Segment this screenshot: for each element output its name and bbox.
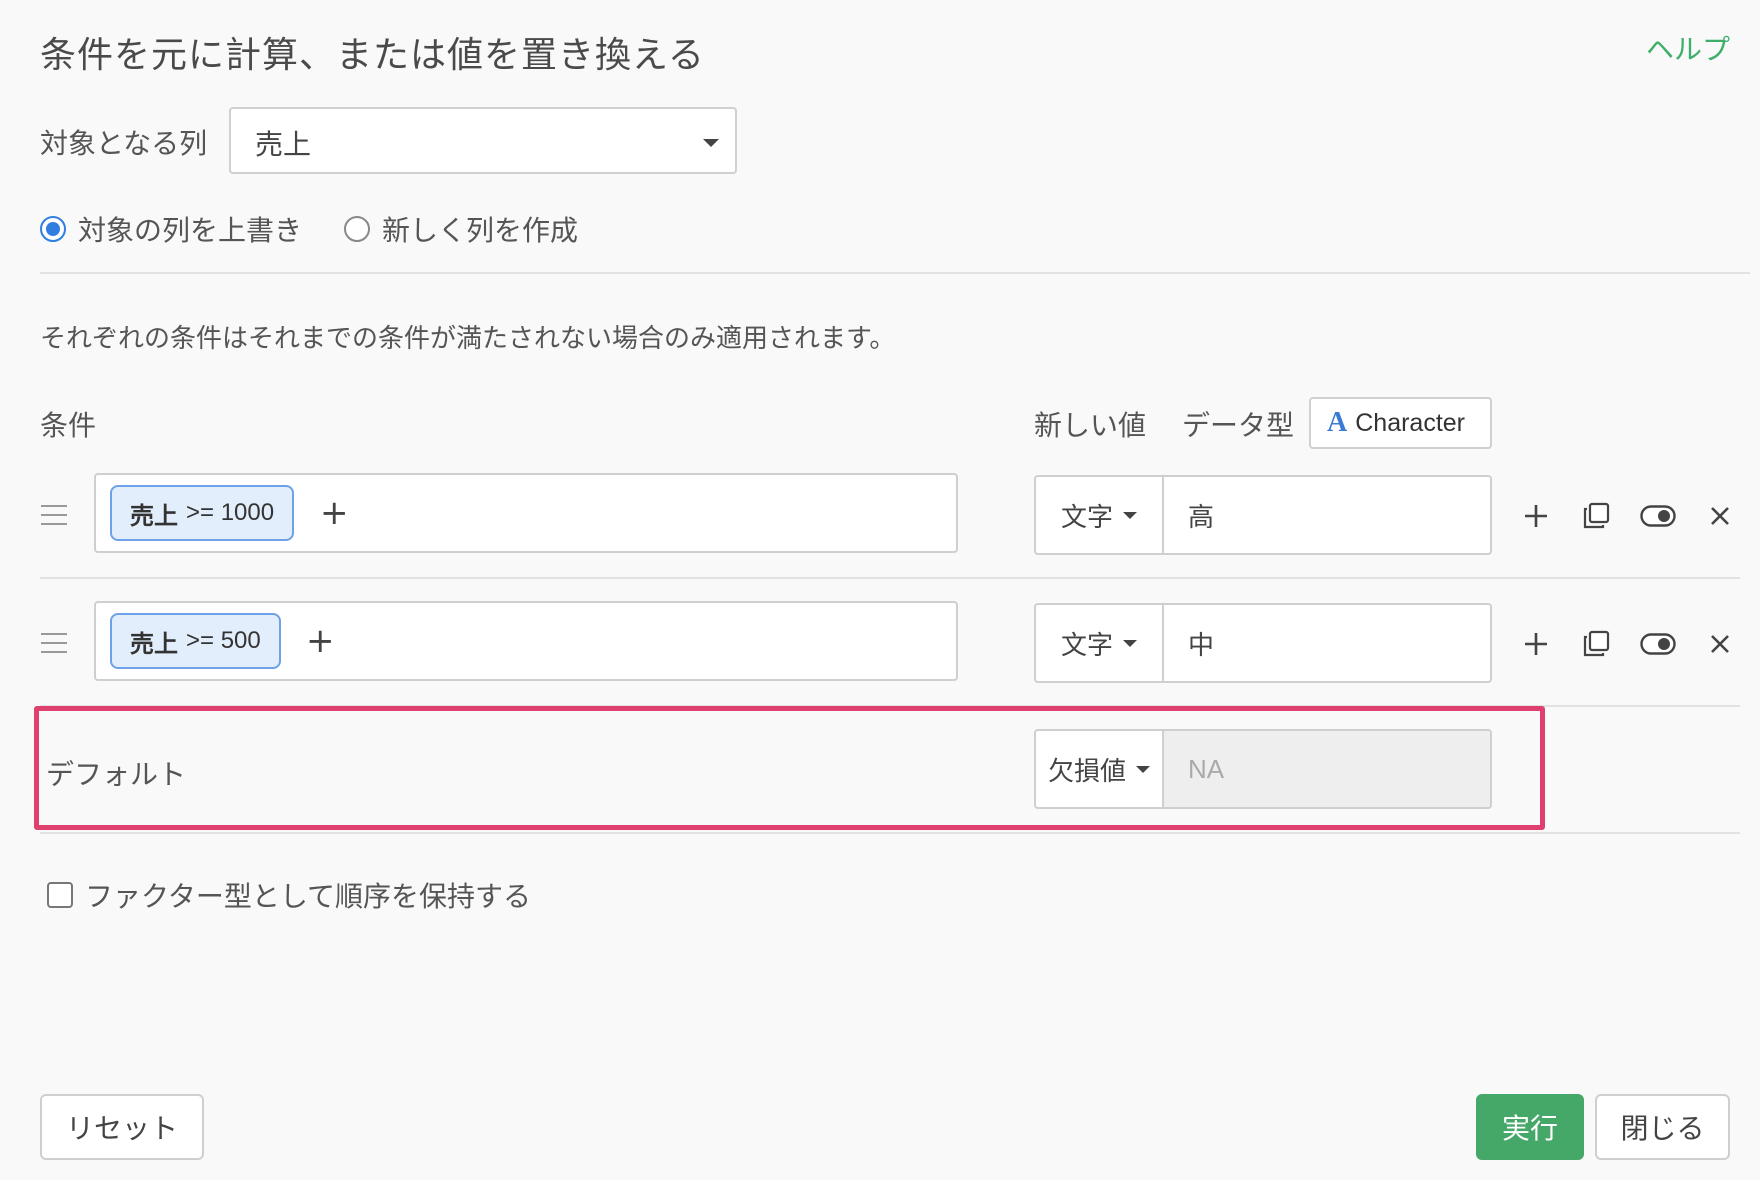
factor-checkbox[interactable]	[47, 882, 73, 908]
condition-chip[interactable]: 売上 >= 500	[110, 613, 281, 669]
value-type-select[interactable]: 文字	[1036, 605, 1164, 681]
divider	[40, 272, 1750, 274]
chevron-down-icon	[703, 139, 719, 147]
value-type-select[interactable]: 文字	[1036, 477, 1164, 553]
toggle-visibility-icon[interactable]	[1639, 627, 1677, 661]
toggle-visibility-icon[interactable]	[1639, 499, 1677, 533]
add-row-icon[interactable]	[1519, 499, 1553, 533]
radio-create-new-indicator[interactable]	[344, 216, 370, 242]
duplicate-icon[interactable]	[1579, 499, 1613, 533]
divider	[40, 577, 1740, 579]
value-group: 文字 高	[1034, 475, 1492, 555]
reset-button[interactable]: リセット	[40, 1094, 204, 1160]
radio-overwrite-indicator[interactable]	[40, 216, 66, 242]
data-type-value: Character	[1355, 408, 1465, 437]
divider	[40, 832, 1740, 834]
delete-row-icon[interactable]	[1703, 627, 1737, 661]
character-type-icon: A	[1327, 407, 1348, 438]
chevron-down-icon	[1123, 639, 1137, 647]
help-link[interactable]: ヘルプ	[1646, 28, 1730, 68]
drag-handle-icon[interactable]	[41, 505, 67, 525]
condition-box[interactable]: 売上 >= 1000 +	[94, 473, 958, 553]
add-condition-icon[interactable]: +	[306, 624, 335, 658]
close-button[interactable]: 閉じる	[1595, 1094, 1730, 1160]
new-value-header: 新しい値	[1034, 409, 1147, 442]
delete-row-icon[interactable]	[1703, 499, 1737, 533]
dialog-title: 条件を元に計算、または値を置き換える	[40, 35, 705, 76]
value-type-label: 文字	[1060, 502, 1113, 533]
chip-expression: >= 500	[186, 627, 261, 654]
row-actions	[1519, 627, 1737, 661]
data-type-button[interactable]: A Character	[1309, 397, 1492, 449]
value-group: 文字 中	[1034, 603, 1492, 683]
factor-option[interactable]: ファクター型として順序を保持する	[47, 875, 531, 915]
radio-create-new-label: 新しく列を作成	[382, 214, 579, 247]
chip-column: 売上	[130, 501, 178, 530]
data-type-header: データ型	[1182, 409, 1295, 442]
value-type-label: 文字	[1060, 630, 1113, 661]
duplicate-icon[interactable]	[1579, 627, 1613, 661]
chevron-down-icon	[1123, 511, 1137, 519]
value-input[interactable]: 中	[1164, 605, 1490, 681]
condition-box[interactable]: 売上 >= 500 +	[94, 601, 958, 681]
condition-chip[interactable]: 売上 >= 1000	[110, 485, 295, 541]
conditions-note: それぞれの条件はそれまでの条件が満たされない場合のみ適用されます。	[40, 324, 896, 354]
condition-header: 条件	[40, 409, 97, 442]
value-input[interactable]: 高	[1164, 477, 1490, 553]
chip-column: 売上	[130, 629, 178, 658]
target-column-label: 対象となる列	[40, 127, 208, 160]
target-column-value: 売上	[255, 128, 312, 161]
add-row-icon[interactable]	[1519, 627, 1553, 661]
run-button[interactable]: 実行	[1476, 1094, 1584, 1160]
drag-handle-icon[interactable]	[41, 633, 67, 653]
factor-option-label: ファクター型として順序を保持する	[85, 880, 532, 913]
add-condition-icon[interactable]: +	[320, 496, 349, 530]
radio-create-new[interactable]: 新しく列を作成	[344, 209, 578, 249]
radio-overwrite[interactable]: 対象の列を上書き	[40, 209, 302, 249]
row-actions	[1519, 499, 1737, 533]
target-column-select[interactable]: 売上	[229, 107, 737, 174]
radio-overwrite-label: 対象の列を上書き	[78, 214, 303, 247]
chip-expression: >= 1000	[186, 499, 275, 526]
default-row-highlight	[34, 706, 1545, 830]
